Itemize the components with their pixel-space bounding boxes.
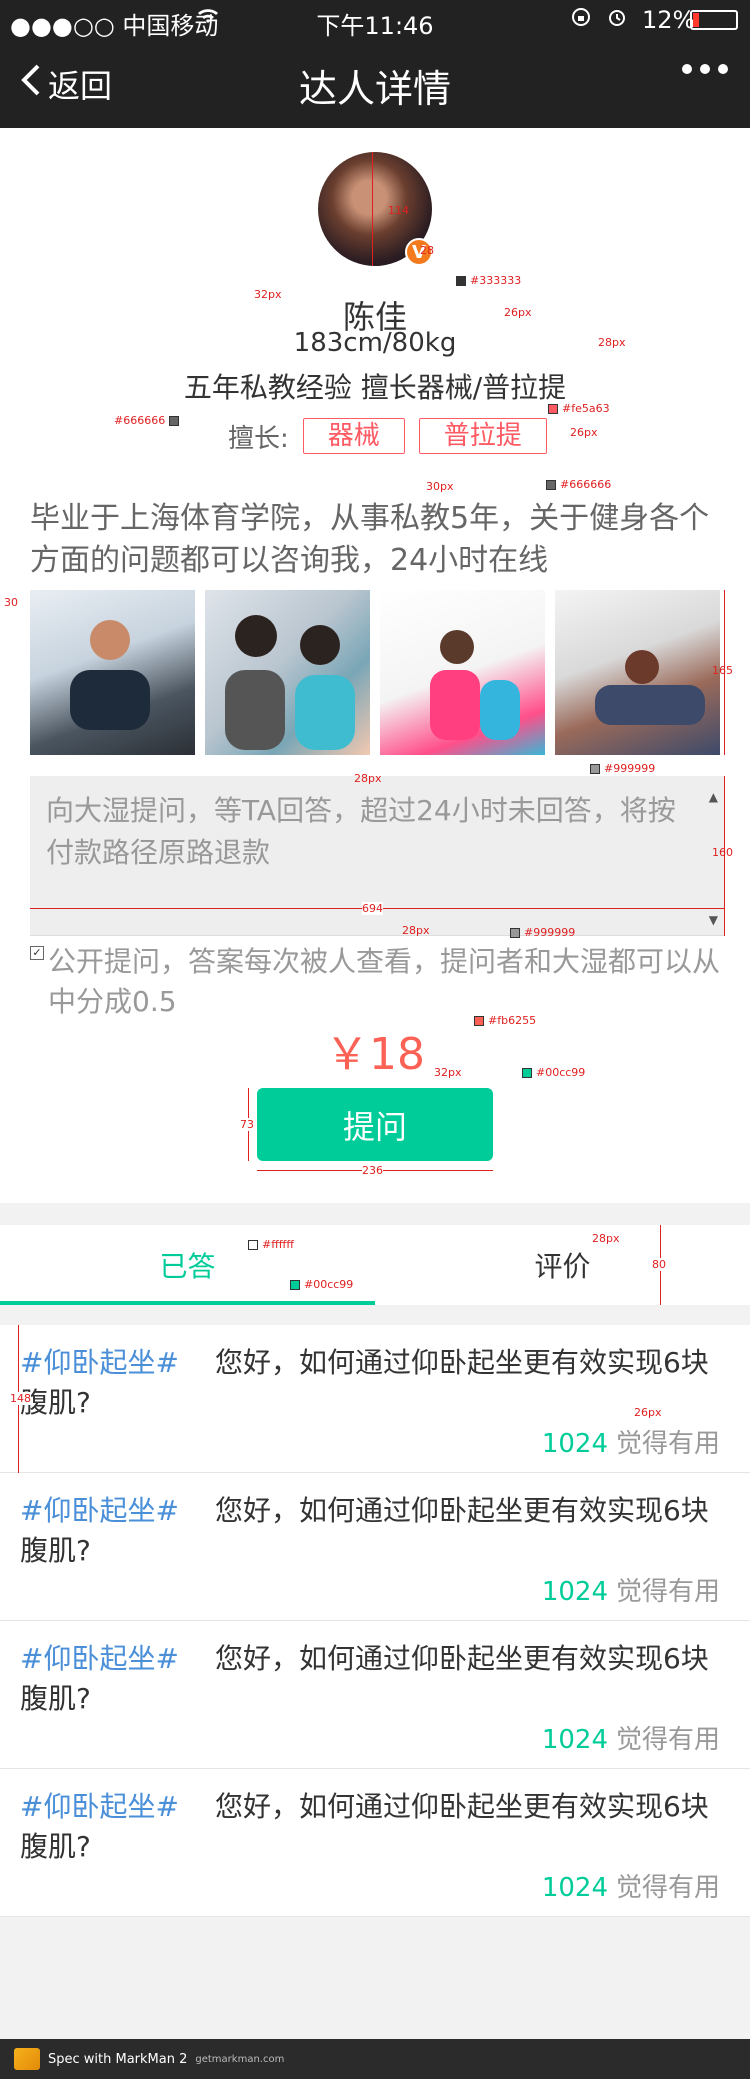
clock: 下午11:46: [316, 12, 434, 40]
scroll-down-icon[interactable]: ▼: [709, 913, 718, 927]
useful-row[interactable]: 1024 觉得有用: [542, 1719, 720, 1756]
annotation-label: 148: [10, 1392, 31, 1405]
public-checkbox[interactable]: ✓: [30, 946, 44, 960]
annotation-label: 32px: [254, 288, 282, 301]
dot-icon: [718, 64, 728, 74]
battery-icon: [690, 10, 738, 30]
useful-label: 觉得有用: [615, 1577, 720, 1607]
intro-text: 毕业于上海体育学院，从事私教5年，关于健身各个方面的问题都可以咨询我，24小时在…: [30, 501, 710, 578]
ask-button[interactable]: 提问: [257, 1088, 493, 1161]
tab-answered[interactable]: 已答: [0, 1225, 375, 1305]
annotation-label: 694: [362, 902, 383, 915]
gallery-photo[interactable]: [205, 590, 370, 755]
scroll-up-icon[interactable]: ▲: [709, 790, 718, 804]
gallery-photo[interactable]: [555, 590, 720, 755]
annotation-swatch: #fb6255: [474, 1014, 536, 1027]
list-item[interactable]: #仰卧起坐# 您好，如何通过仰卧起坐更有效实现6块腹肌? 1024 觉得有用: [0, 1325, 750, 1473]
watermark-sub: getmarkman.com: [195, 2053, 285, 2065]
useful-row[interactable]: 1024 觉得有用: [542, 1867, 720, 1904]
question-text: #仰卧起坐# 您好，如何通过仰卧起坐更有效实现6块腹肌?: [20, 1491, 720, 1571]
dot-icon: [682, 64, 692, 74]
annotation-label: 26px: [570, 426, 598, 439]
experience-text: 五年私教经验 擅长器械/普拉提: [183, 371, 567, 404]
tab-bar: 已答 评价: [0, 1225, 750, 1305]
page-title: 达人详情: [298, 67, 451, 111]
useful-count: 1024: [541, 1577, 608, 1607]
annotation-swatch: #ffffff: [248, 1238, 294, 1251]
annotation-label: 28: [420, 244, 434, 257]
useful-label: 觉得有用: [615, 1429, 720, 1459]
annotation-label: 165: [712, 664, 733, 677]
annotation-label: 28px: [592, 1232, 620, 1245]
watermark-text: Spec with MarkMan 2: [48, 2051, 188, 2067]
gallery-photo[interactable]: [380, 590, 545, 755]
annotation-label: 30: [4, 596, 18, 609]
annotation-swatch: #333333: [456, 274, 521, 287]
useful-row[interactable]: 1024 觉得有用: [542, 1571, 720, 1608]
question-text: #仰卧起坐# 您好，如何通过仰卧起坐更有效实现6块腹肌?: [20, 1343, 720, 1423]
annotation-label: 80: [652, 1258, 666, 1271]
annotation-swatch: #fe5a63: [548, 402, 610, 415]
annotation-label: 114: [388, 204, 409, 217]
list-item[interactable]: #仰卧起坐# 您好，如何通过仰卧起坐更有效实现6块腹肌? 1024 觉得有用: [0, 1621, 750, 1769]
annotation-swatch: #666666: [114, 414, 183, 427]
skill-tag[interactable]: 器械: [302, 418, 405, 454]
tab-review[interactable]: 评价: [375, 1225, 750, 1305]
annotation-label: 28px: [354, 772, 382, 785]
useful-label: 觉得有用: [615, 1873, 720, 1903]
gallery-photo[interactable]: [30, 590, 195, 755]
annotation-label: 160: [712, 846, 733, 859]
annotation-line: [372, 152, 373, 266]
alarm-icon: [606, 6, 628, 34]
annotation-label: 28px: [402, 924, 430, 937]
markman-logo-icon: [14, 2048, 40, 2070]
annotation-swatch: #999999: [510, 926, 575, 939]
useful-label: 觉得有用: [615, 1725, 720, 1755]
tab-indicator: [0, 1301, 375, 1305]
price: ￥18: [325, 1029, 425, 1080]
annotation-label: 30px: [426, 480, 454, 493]
useful-row[interactable]: 1024 觉得有用: [542, 1423, 720, 1460]
annotation-swatch: #00cc99: [522, 1066, 585, 1079]
dot-icon: [700, 64, 710, 74]
photo-gallery: [30, 590, 720, 755]
lock-rotation-icon: [570, 6, 592, 34]
question-tag[interactable]: #仰卧起坐#: [20, 1642, 179, 1675]
battery-label: 12%: [642, 6, 696, 34]
annotation-label: 26px: [634, 1406, 662, 1419]
skill-tag[interactable]: 普拉提: [418, 418, 547, 454]
skills-row: 擅长: 器械 普拉提: [228, 418, 547, 454]
body-metrics: 183cm/80kg: [293, 328, 457, 358]
question-text: #仰卧起坐# 您好，如何通过仰卧起坐更有效实现6块腹肌?: [20, 1639, 720, 1719]
skills-label: 擅长:: [228, 423, 289, 454]
annotation-swatch: #00cc99: [290, 1278, 353, 1291]
useful-count: 1024: [541, 1725, 608, 1755]
annotation-label: 28px: [598, 336, 626, 349]
question-tag[interactable]: #仰卧起坐#: [20, 1790, 179, 1823]
list-item[interactable]: #仰卧起坐# 您好，如何通过仰卧起坐更有效实现6块腹肌? 1024 觉得有用: [0, 1769, 750, 1917]
annotation-label: 26px: [504, 306, 532, 319]
annotation-label: 73: [240, 1118, 254, 1131]
status-bar: ●●●○○ 中国移动 下午11:46 12%: [0, 0, 750, 40]
question-placeholder: 向大湿提问，等TA回答，超过24小时未回答，将按付款路径原路退款: [46, 794, 676, 869]
markman-watermark: Spec with MarkMan 2 getmarkman.com: [0, 2039, 750, 2079]
question-text: #仰卧起坐# 您好，如何通过仰卧起坐更有效实现6块腹肌?: [20, 1787, 720, 1867]
annotation-swatch: #999999: [590, 762, 655, 775]
nav-bar: 返回 达人详情: [0, 40, 750, 128]
useful-count: 1024: [541, 1429, 608, 1459]
list-item[interactable]: #仰卧起坐# 您好，如何通过仰卧起坐更有效实现6块腹肌? 1024 觉得有用: [0, 1473, 750, 1621]
annotation-swatch: #666666: [546, 478, 611, 491]
annotation-label: 236: [362, 1164, 383, 1177]
question-tag[interactable]: #仰卧起坐#: [20, 1346, 179, 1379]
useful-count: 1024: [541, 1873, 608, 1903]
more-button[interactable]: [682, 64, 728, 74]
public-text: 公开提问，答案每次被人查看，提问者和大湿都可以从中分成0.5: [48, 945, 721, 1018]
annotation-label: 32px: [434, 1066, 462, 1079]
question-tag[interactable]: #仰卧起坐#: [20, 1494, 179, 1527]
